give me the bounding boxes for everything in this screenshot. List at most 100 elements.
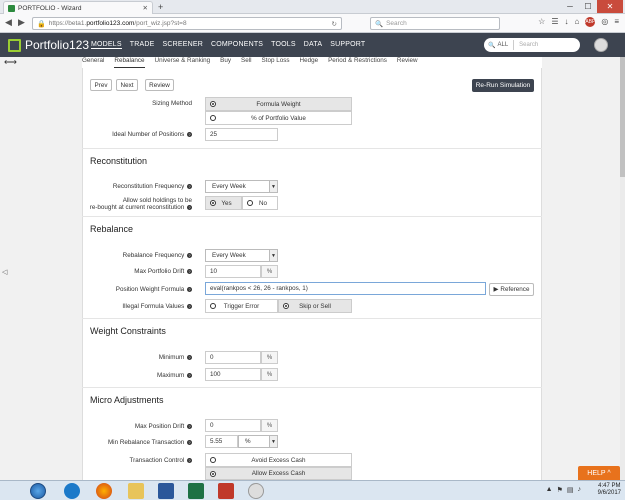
- nav-screener[interactable]: SCREENER: [163, 41, 204, 49]
- forward-icon[interactable]: ▶: [18, 17, 25, 28]
- section-micro-adjustments: Micro Adjustments: [90, 395, 164, 405]
- expand-toggle-icon[interactable]: ⟷: [4, 57, 17, 68]
- allow-excess-cash-option[interactable]: Allow Excess Cash: [205, 467, 352, 480]
- nav-trade[interactable]: TRADE: [130, 41, 155, 49]
- step-sell[interactable]: Sell: [241, 57, 252, 68]
- min-rebalance-unit-select[interactable]: % ▼: [238, 435, 278, 448]
- back-icon[interactable]: ◀: [5, 17, 12, 28]
- ideal-positions-input[interactable]: 25: [205, 128, 278, 141]
- tray-up-icon[interactable]: ▲: [546, 486, 553, 494]
- logo-cube-icon: [8, 38, 21, 52]
- reader-icon[interactable]: ☰: [551, 17, 558, 27]
- illegal-trigger-error-option[interactable]: Trigger Error: [205, 299, 278, 313]
- prev-button[interactable]: Prev: [90, 79, 112, 91]
- step-buy[interactable]: Buy: [220, 57, 231, 68]
- window-close-icon[interactable]: ✕: [597, 0, 623, 13]
- nav-models[interactable]: MODELS: [91, 41, 122, 49]
- site-search-input[interactable]: 🔍 ALL Search: [484, 38, 580, 52]
- step-review[interactable]: Review: [397, 57, 418, 68]
- help-icon: ?: [187, 439, 192, 445]
- minimum-input[interactable]: 0: [205, 351, 261, 364]
- reload-icon[interactable]: ↻: [332, 20, 337, 28]
- app-header: Portfolio123 MODELS TRADE SCREENER COMPO…: [0, 33, 625, 57]
- min-rebalance-transaction-label: Min Rebalance Transaction ?: [107, 439, 192, 446]
- help-button[interactable]: HELP ^: [578, 466, 620, 480]
- rebuy-no-option[interactable]: No: [242, 196, 278, 210]
- help-icon: ?: [187, 457, 192, 463]
- start-button[interactable]: [30, 483, 46, 499]
- rebalance-frequency-select[interactable]: Every Week ▼: [205, 249, 278, 262]
- page-scrollbar[interactable]: [620, 57, 625, 480]
- firefox-icon[interactable]: [96, 483, 112, 499]
- site-favicon-icon: [8, 4, 15, 12]
- avatar[interactable]: [594, 38, 608, 52]
- help-icon: ?: [187, 354, 192, 360]
- adblock-icon[interactable]: ABP: [585, 17, 595, 27]
- maximum-input[interactable]: 100: [205, 368, 261, 381]
- windows-taskbar: ▲ ⚑ ▤ ♪ 4:47 PM 9/6/2017: [0, 480, 625, 500]
- ie-icon[interactable]: [64, 483, 80, 499]
- browser-nav-bar: ◀ ▶ 🔒 https://beta1. portfolio123.com/por…: [0, 14, 625, 33]
- url-bar[interactable]: 🔒 https://beta1. portfolio123.com/port_wi…: [32, 17, 342, 30]
- maximum-label: Maximum ?: [156, 372, 192, 379]
- maximize-icon[interactable]: ☐: [579, 0, 597, 13]
- max-portfolio-drift-label: Max Portfolio Drift ?: [134, 268, 192, 275]
- step-universe-ranking[interactable]: Universe & Ranking: [155, 57, 211, 68]
- folder-icon[interactable]: [128, 483, 144, 499]
- max-portfolio-drift-input[interactable]: 10: [205, 265, 261, 278]
- review-button[interactable]: Review: [145, 79, 174, 91]
- radio-selected-icon: [210, 101, 216, 107]
- left-arrow-icon: ◁: [2, 269, 8, 276]
- position-weight-formula-input[interactable]: eval(rankpos < 26, 26 - rankpos, 1): [205, 282, 486, 295]
- illegal-skip-sell-option[interactable]: Skip or Sell: [278, 299, 352, 313]
- flag-icon[interactable]: ⚑: [557, 486, 563, 494]
- network-icon[interactable]: ▤: [567, 486, 574, 494]
- nav-components[interactable]: COMPONENTS: [211, 41, 263, 49]
- min-rebalance-transaction-input[interactable]: 5.55: [205, 435, 238, 448]
- avoid-excess-cash-option[interactable]: Avoid Excess Cash: [205, 453, 352, 467]
- url-domain: portfolio123.com: [86, 20, 135, 27]
- step-stop-loss[interactable]: Stop Loss: [262, 57, 290, 68]
- right-margin: [542, 57, 620, 480]
- caret-right-icon: ▶: [493, 286, 499, 293]
- clock[interactable]: 4:47 PM 9/6/2017: [598, 483, 621, 497]
- excel-icon[interactable]: [188, 483, 204, 499]
- reconstitution-frequency-select[interactable]: Every Week ▼: [205, 180, 278, 193]
- download-icon[interactable]: ↓: [565, 17, 569, 27]
- sizing-option-percent[interactable]: % of Portfolio Value: [205, 111, 352, 125]
- next-button[interactable]: Next: [116, 79, 138, 91]
- acrobat-icon[interactable]: [218, 483, 234, 499]
- search-scope[interactable]: ALL: [497, 42, 508, 48]
- percent-unit: %: [261, 265, 278, 278]
- home-icon[interactable]: ⌂: [575, 17, 580, 27]
- extension-icon[interactable]: ◎: [601, 17, 608, 27]
- new-tab-icon[interactable]: +: [158, 2, 163, 12]
- logo[interactable]: Portfolio123: [8, 38, 89, 52]
- star-icon[interactable]: ☆: [538, 17, 545, 27]
- rebuy-yes-option[interactable]: Yes: [205, 196, 242, 210]
- wizard-steps: ⟷ General Rebalance Universe & Ranking B…: [4, 57, 542, 68]
- nav-support[interactable]: SUPPORT: [330, 41, 365, 49]
- close-tab-icon[interactable]: ✕: [143, 4, 148, 12]
- menu-icon[interactable]: ≡: [614, 17, 619, 27]
- sizing-option-formula[interactable]: Formula Weight: [205, 97, 352, 111]
- step-general[interactable]: General: [82, 57, 104, 68]
- search-icon: 🔍: [488, 42, 496, 49]
- browser-tab[interactable]: PORTFOLIO - Wizard ✕: [3, 1, 153, 14]
- volume-icon[interactable]: ♪: [578, 486, 582, 494]
- nav-tools[interactable]: TOOLS: [271, 41, 296, 49]
- main-nav: MODELS TRADE SCREENER COMPONENTS TOOLS D…: [91, 41, 365, 49]
- reference-button[interactable]: ▶ Reference: [489, 283, 534, 296]
- nav-data[interactable]: DATA: [304, 41, 322, 49]
- chevron-down-icon: ▼: [269, 436, 277, 447]
- max-position-drift-input[interactable]: 0: [205, 419, 261, 432]
- ideal-positions-label: Ideal Number of Positions ?: [112, 131, 192, 138]
- step-period-restrictions[interactable]: Period & Restrictions: [328, 57, 387, 68]
- browser-search-input[interactable]: 🔍 Search: [370, 17, 500, 30]
- word-icon[interactable]: [158, 483, 174, 499]
- minimize-icon[interactable]: ─: [561, 0, 579, 13]
- app-icon[interactable]: [248, 483, 264, 499]
- rerun-simulation-button[interactable]: Re-Run Simulation: [472, 79, 534, 92]
- step-rebalance[interactable]: Rebalance: [114, 57, 145, 68]
- step-hedge[interactable]: Hedge: [300, 57, 319, 68]
